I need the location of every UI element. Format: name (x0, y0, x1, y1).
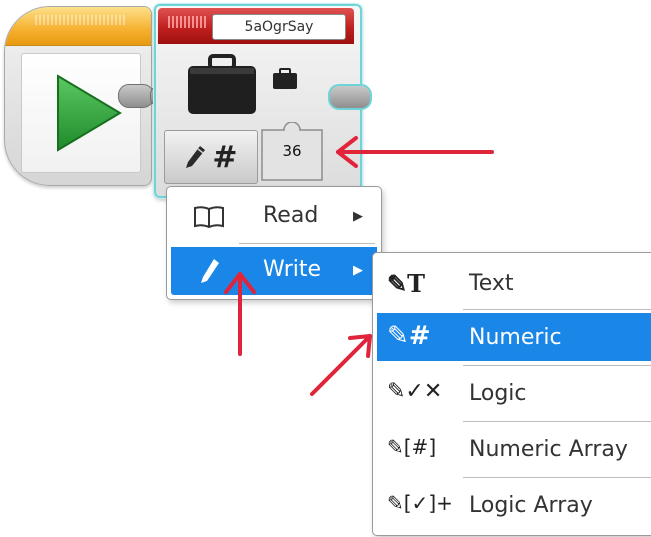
arrow-to-write-icon (224, 272, 256, 356)
arrow-to-numeric-icon (310, 334, 372, 396)
arrow-to-value-icon (336, 136, 494, 168)
annotation-arrows (224, 136, 494, 396)
